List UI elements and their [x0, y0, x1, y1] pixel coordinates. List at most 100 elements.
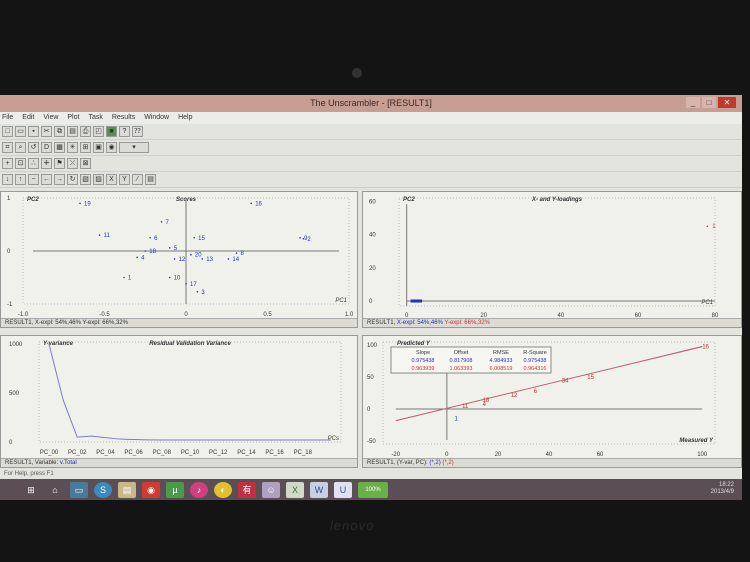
mark-cross-icon[interactable]: ⁜	[41, 158, 52, 169]
predicted-label: 12	[511, 393, 518, 399]
y-tick-label: 40	[369, 233, 376, 239]
x-tick-label: PC_16	[265, 450, 284, 456]
monitor-icon[interactable]: ▭	[70, 481, 88, 498]
arrow-up-icon[interactable]: ↑	[15, 174, 26, 185]
score-label: 14	[232, 257, 239, 263]
menu-task[interactable]: Task	[88, 112, 102, 124]
context-help-icon[interactable]: ⁇	[132, 126, 143, 137]
cut-icon[interactable]: ✂	[41, 126, 52, 137]
stats-header: R-Square	[523, 350, 547, 356]
undo-icon[interactable]: ↺	[28, 142, 39, 153]
predicted-plot[interactable]: Predicted Y Measured Y -20 0 20 40 60 100 100 50 0…	[362, 335, 742, 468]
taskbar: ⊞ ⌂ ▭ S ▤ ◉ µ ♪ ◐ 有 ☺ X W U 100% 18:22 20…	[0, 479, 742, 500]
menu-results[interactable]: Results	[112, 112, 135, 124]
score-label: 20	[195, 253, 202, 259]
x-tick-label: PC_18	[294, 450, 313, 456]
files-icon[interactable]: ▤	[118, 481, 136, 498]
variance-line	[48, 343, 331, 441]
arrow-down-icon[interactable]: ↓	[2, 174, 13, 185]
toolbar-standard: □ ▭ ▪ ✂ ⧉ ▤ ⎙ ◰ ■? ⁇	[0, 124, 742, 140]
unscrambler-icon[interactable]: U	[334, 481, 352, 498]
score-label: 17	[190, 282, 197, 288]
x-axis-label: Measured Y	[679, 438, 714, 444]
plot-x-icon[interactable]: ▧	[80, 174, 91, 185]
status-bar: For Help, press F1	[4, 471, 54, 477]
zoom-icon[interactable]: ⌕	[15, 142, 26, 153]
menu-plot[interactable]: Plot	[67, 112, 79, 124]
plot-y-icon[interactable]: ▨	[93, 174, 104, 185]
score-label: 4	[141, 255, 145, 261]
copy-icon[interactable]: ⧉	[54, 126, 65, 137]
model-icon[interactable]: ■	[106, 126, 117, 137]
loadings-status: RESULT1, X-expl: 54%,46% Y-expl: 66%,32%	[363, 318, 741, 327]
save-icon[interactable]: ▪	[28, 126, 39, 137]
predicted-label: 15	[587, 375, 594, 381]
minimize-button[interactable]: _	[686, 97, 700, 108]
result-icon[interactable]: ▤	[145, 174, 156, 185]
preview-icon[interactable]: ◰	[93, 126, 104, 137]
arrow-right-icon[interactable]: →	[54, 174, 65, 185]
music-icon[interactable]: ♪	[190, 481, 208, 498]
y-tick-label: 1	[7, 196, 11, 202]
y-tick-label: 20	[369, 266, 376, 272]
netease-icon[interactable]: ◉	[142, 481, 160, 498]
help-icon[interactable]: ?	[119, 126, 130, 137]
menu-help[interactable]: Help	[178, 112, 192, 124]
unmark-icon[interactable]: ⤫	[67, 158, 78, 169]
home-icon[interactable]: ⌂	[46, 482, 64, 498]
paste-icon[interactable]: ▤	[67, 126, 78, 137]
y-variable-icon[interactable]: Y	[119, 174, 130, 185]
stats-cal-value: 0.975438	[412, 358, 435, 364]
close-button[interactable]: ✕	[718, 97, 736, 108]
maximize-button[interactable]: □	[702, 97, 716, 108]
clock[interactable]: 18:22 2013/4/9	[711, 482, 734, 496]
x-over-y-icon[interactable]: ⁄	[132, 174, 143, 185]
flag-icon[interactable]: ⚑	[54, 158, 65, 169]
plot-title: Predicted Y	[397, 341, 431, 347]
menu-edit[interactable]: Edit	[22, 112, 34, 124]
score-point	[235, 252, 238, 254]
app-red-icon[interactable]: 有	[238, 481, 256, 498]
pc-dropdown[interactable]: ▾	[119, 142, 149, 153]
browser-icon[interactable]: S	[94, 481, 112, 498]
unmark-area-icon[interactable]: ⊠	[80, 158, 91, 169]
grid-icon[interactable]: ▦	[54, 142, 65, 153]
print-icon[interactable]: ⎙	[80, 126, 91, 137]
toolbar-markers: + ⊡ ∴ ⁜ ⚑ ⤫ ⊠	[0, 156, 742, 172]
new-icon[interactable]: □	[2, 126, 13, 137]
mark-icon[interactable]: +	[2, 158, 13, 169]
minus-icon[interactable]: −	[28, 174, 39, 185]
score-label: 3	[201, 290, 205, 296]
score-label: 7	[166, 220, 170, 226]
start-icon[interactable]: ⊞	[22, 482, 40, 498]
loadings-plot[interactable]: X- and Y-loadings PC1 PC2 0 20 40 60 80 60 40 20 0 1…	[362, 191, 742, 328]
arrow-left-icon[interactable]: ←	[41, 174, 52, 185]
mark-area-icon[interactable]: ⊡	[15, 158, 26, 169]
open-icon[interactable]: ▭	[15, 126, 26, 137]
menu-window[interactable]: Window	[144, 112, 169, 124]
markers-icon[interactable]: ✳	[67, 142, 78, 153]
player-icon[interactable]: ◐	[214, 481, 232, 498]
x-tick-label: PC_10	[181, 450, 200, 456]
y-axis-label: Y-variance	[43, 341, 74, 347]
toolbar-navigation: ↓ ↑ − ← → ↻ ▧ ▨ X Y ⁄ ▤	[0, 172, 742, 188]
menu-view[interactable]: View	[43, 112, 58, 124]
predicted-label: 1	[455, 417, 459, 423]
word-icon[interactable]: W	[310, 481, 328, 498]
x-variable-icon[interactable]: X	[106, 174, 117, 185]
refresh-icon[interactable]: ↻	[67, 174, 78, 185]
y-tick-label: -50	[367, 439, 376, 445]
menu-file[interactable]: File	[2, 112, 13, 124]
avatar-icon[interactable]: ☺	[262, 481, 280, 498]
table-icon[interactable]: ▣	[93, 142, 104, 153]
mark-dots-icon[interactable]: ∴	[28, 158, 39, 169]
zoom-fit-icon[interactable]: ⌗	[2, 142, 13, 153]
2d-icon[interactable]: D	[41, 142, 52, 153]
utorrent-icon[interactable]: µ	[166, 481, 184, 498]
plot-area	[398, 197, 716, 307]
scores-plot[interactable]: ScoresPC1PC2-1.0-0.500.51.010-1191671161…	[0, 191, 358, 328]
excel-icon[interactable]: X	[286, 481, 304, 498]
layout-icon[interactable]: ⊞	[80, 142, 91, 153]
variance-plot[interactable]: Residual Validation Variance PCs Y-varianc…	[0, 335, 358, 468]
camera-icon[interactable]: ◉	[106, 142, 117, 153]
